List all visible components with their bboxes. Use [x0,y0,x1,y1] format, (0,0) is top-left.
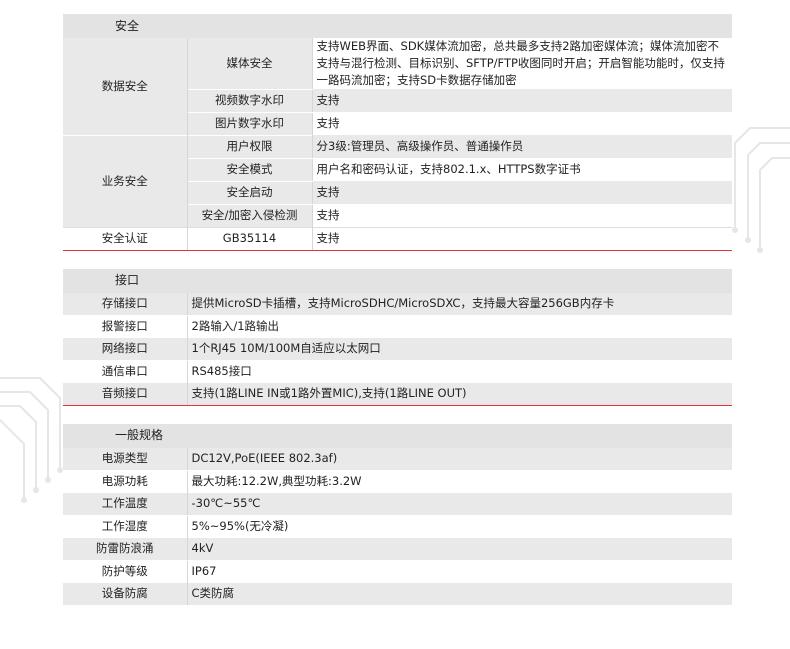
item-cell: 媒体安全 [187,38,313,90]
value-cell: 支持 [312,204,732,227]
value-cell: 2路输入/1路输出 [187,315,733,338]
label-cell: 通信串口 [63,360,188,383]
item-cell: 安全模式 [187,158,313,182]
section-header-security: 安全 [63,14,732,38]
security-table: 安全 数据安全 媒体安全 支持WEB界面、SDK媒体流加密，总共最多支持2路加密… [63,14,732,251]
value-cell: C类防腐 [187,582,733,605]
group-cell: 安全认证 [63,226,188,251]
item-cell: 用户权限 [187,134,313,159]
label-cell: 工作湿度 [63,515,188,538]
section-title: 一般规格 [63,423,733,448]
spec-sheet: 安全 数据安全 媒体安全 支持WEB界面、SDK媒体流加密，总共最多支持2路加密… [63,14,733,605]
table-row: 工作温度 -30℃~55℃ [63,492,733,516]
table-row: 安全认证 GB35114 支持 [63,226,732,251]
interface-table: 接口 存储接口 提供MicroSD卡插槽，支持MicroSDHC/MicroSD… [63,268,733,406]
table-row: 通信串口 RS485接口 [63,360,733,383]
label-cell: 存储接口 [63,292,188,316]
table-row: 电源类型 DC12V,PoE(IEEE 802.3af) [63,447,733,471]
label-cell: 工作温度 [63,492,188,516]
table-row: 防雷防浪涌 4kV [63,537,733,561]
table-row: 报警接口 2路输入/1路输出 [63,315,733,338]
value-cell: 支持(1路LINE IN或1路外置MIC),支持(1路LINE OUT) [187,382,733,406]
value-cell: 提供MicroSD卡插槽，支持MicroSDHC/MicroSDXC，支持最大容… [187,292,733,316]
item-cell: GB35114 [187,226,313,251]
table-row: 存储接口 提供MicroSD卡插槽，支持MicroSDHC/MicroSDXC，… [63,292,733,316]
section-title: 安全 [63,14,732,38]
value-cell: 支持WEB界面、SDK媒体流加密，总共最多支持2路加密媒体流；媒体流加密不支持与… [312,38,732,89]
value-cell: 支持 [312,112,732,135]
label-cell: 电源类型 [63,447,188,471]
general-spec-table: 一般规格 电源类型 DC12V,PoE(IEEE 802.3af) 电源功耗 最… [63,423,733,605]
table-row: 业务安全 用户权限 分3级:管理员、高级操作员、普通操作员 [63,134,732,227]
section-header-general: 一般规格 [63,423,733,448]
table-row: 数据安全 媒体安全 支持WEB界面、SDK媒体流加密，总共最多支持2路加密媒体流… [63,38,732,135]
item-cell: 视频数字水印 [187,89,313,113]
group-cell: 业务安全 [63,134,188,227]
value-cell: 4kV [187,537,733,561]
value-cell: 分3级:管理员、高级操作员、普通操作员 [312,135,732,158]
item-cell: 安全启动 [187,181,313,205]
label-cell: 网络接口 [63,337,188,361]
value-cell: 最大功耗:12.2W,典型功耗:3.2W [187,470,733,493]
label-cell: 报警接口 [63,315,188,338]
value-cell: 支持 [312,181,732,204]
value-cell: RS485接口 [187,360,733,383]
value-cell: IP67 [187,560,733,583]
table-row: 防护等级 IP67 [63,560,733,583]
section-title: 接口 [63,268,733,293]
table-row: 网络接口 1个RJ45 10M/100M自适应以太网口 [63,337,733,361]
item-cell: 图片数字水印 [187,112,313,135]
value-cell: 用户名和密码认证，支持802.1.x、HTTPS数字证书 [312,158,732,181]
label-cell: 防护等级 [63,560,188,583]
value-cell: 5%~95%(无冷凝) [187,515,733,538]
value-cell: 支持 [312,89,732,112]
value-cell: -30℃~55℃ [187,492,733,516]
label-cell: 设备防腐 [63,582,188,605]
value-cell: 支持 [312,226,732,251]
table-row: 音频接口 支持(1路LINE IN或1路外置MIC),支持(1路LINE OUT… [63,382,733,406]
label-cell: 音频接口 [63,382,188,406]
group-cell: 数据安全 [63,38,188,135]
label-cell: 电源功耗 [63,470,188,493]
table-row: 工作湿度 5%~95%(无冷凝) [63,515,733,538]
value-cell: DC12V,PoE(IEEE 802.3af) [187,447,733,471]
value-cell: 1个RJ45 10M/100M自适应以太网口 [187,337,733,361]
item-cell: 安全/加密入侵检测 [187,204,313,227]
table-row: 电源功耗 最大功耗:12.2W,典型功耗:3.2W [63,470,733,493]
section-header-interface: 接口 [63,268,733,293]
table-row: 设备防腐 C类防腐 [63,582,733,605]
label-cell: 防雷防浪涌 [63,537,188,561]
